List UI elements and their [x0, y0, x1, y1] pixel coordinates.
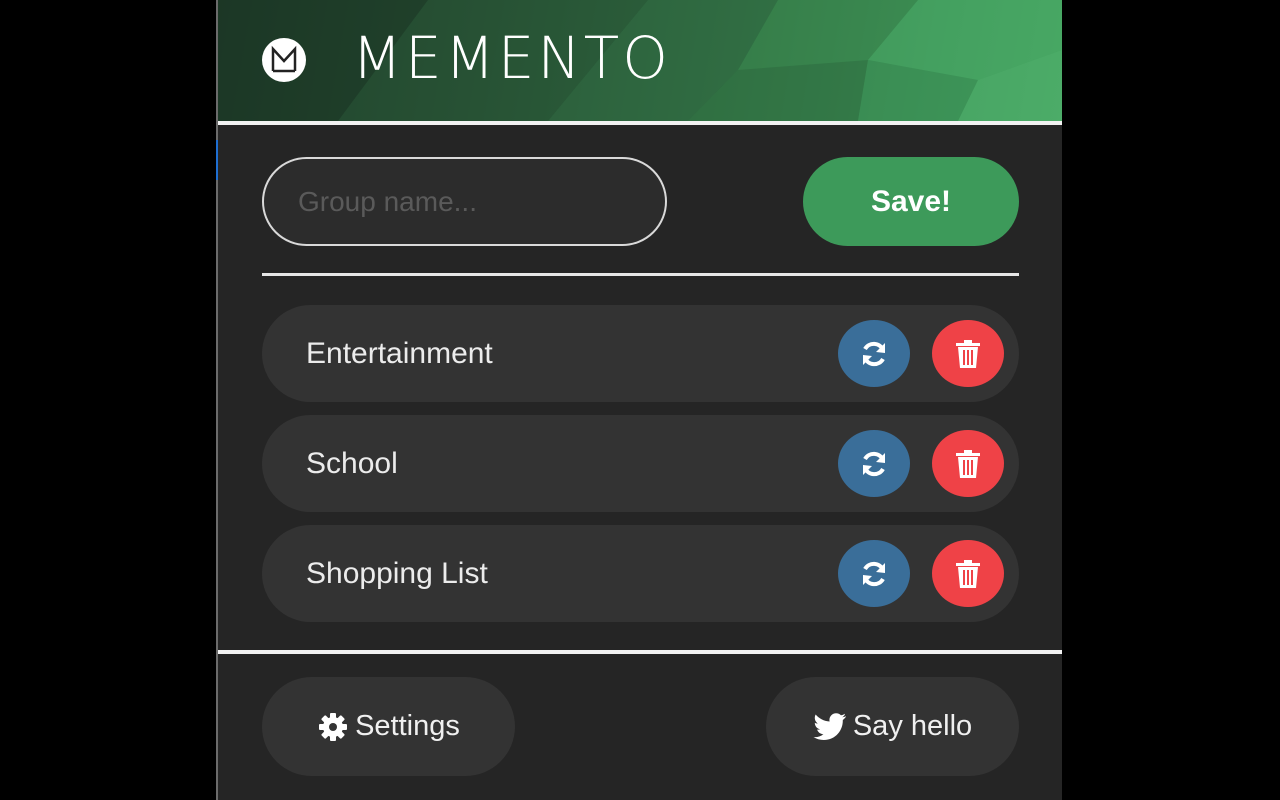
group-label: Shopping List	[306, 557, 488, 590]
group-name-input[interactable]	[262, 157, 667, 246]
group-label: Entertainment	[306, 337, 493, 370]
logo-icon	[262, 38, 306, 82]
group-item[interactable]: School	[262, 415, 1019, 512]
save-button[interactable]: Save!	[803, 157, 1019, 246]
group-label: School	[306, 447, 398, 480]
delete-group-button[interactable]	[932, 430, 1004, 497]
brand-title: MEMENTO	[352, 24, 671, 92]
divider	[262, 273, 1019, 276]
divider	[218, 650, 1062, 654]
refresh-icon	[863, 341, 885, 366]
divider	[218, 121, 1062, 125]
trash-icon	[956, 339, 980, 368]
settings-label: Settings	[355, 710, 460, 742]
trash-icon	[956, 449, 980, 478]
settings-button[interactable]: Settings	[262, 677, 515, 776]
delete-group-button[interactable]	[932, 320, 1004, 387]
trash-icon	[956, 559, 980, 588]
refresh-icon	[863, 561, 885, 586]
gear-icon	[319, 712, 348, 741]
restore-group-button[interactable]	[838, 320, 910, 387]
group-item[interactable]: Shopping List	[262, 525, 1019, 622]
header: MEMENTO	[218, 0, 1062, 121]
say-hello-button[interactable]: Say hello	[766, 677, 1019, 776]
restore-group-button[interactable]	[838, 540, 910, 607]
delete-group-button[interactable]	[932, 540, 1004, 607]
group-item[interactable]: Entertainment	[262, 305, 1019, 402]
refresh-icon	[863, 451, 885, 476]
say-hello-label: Say hello	[852, 710, 973, 742]
twitter-bird-icon	[813, 712, 846, 740]
restore-group-button[interactable]	[838, 430, 910, 497]
memento-popup: MEMENTO Save! Entertainment	[218, 0, 1062, 800]
